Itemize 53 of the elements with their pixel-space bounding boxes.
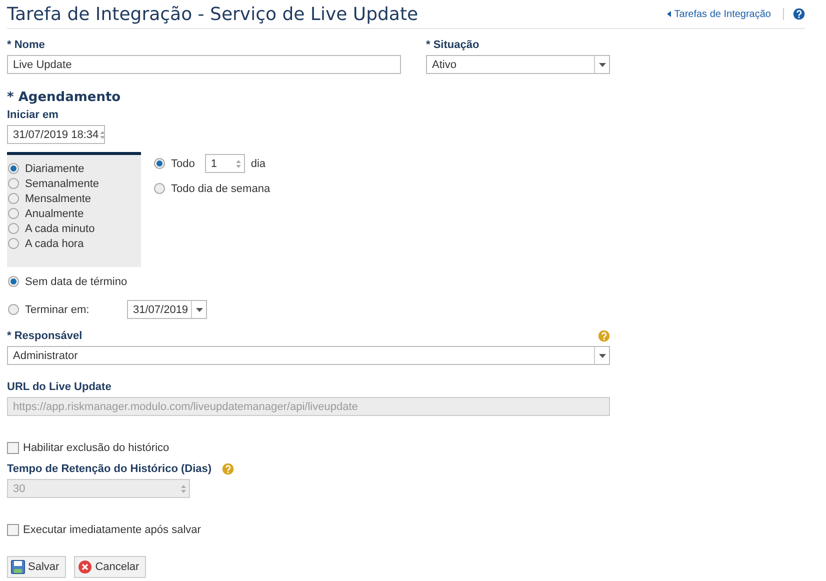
radio-button[interactable] — [8, 223, 19, 234]
unit-label: dia — [250, 158, 266, 170]
field-label: * Situação — [426, 39, 480, 51]
spinner-icon — [98, 130, 106, 140]
checkbox[interactable] — [7, 524, 19, 536]
field-label: Iniciar em — [7, 109, 60, 121]
back-link[interactable]: Tarefas de Integração — [667, 8, 771, 20]
field-label: * Responsável — [7, 330, 82, 342]
radio-button[interactable] — [8, 276, 19, 287]
help-icon[interactable] — [793, 8, 805, 20]
radio-button[interactable] — [154, 158, 165, 169]
radio-label: Todo dia de semana — [171, 182, 270, 194]
caret-icon — [196, 308, 202, 312]
caret-icon — [598, 354, 606, 358]
field-label: URL do Live Update — [7, 381, 112, 393]
spinner-icon — [180, 484, 187, 494]
number-field[interactable]: 1 — [204, 154, 245, 173]
page-title: Tarefa de Integração - Serviço de Live Update — [7, 4, 420, 24]
help-icon — [222, 463, 234, 475]
radio-button[interactable] — [8, 163, 19, 174]
text-field[interactable]: Live Update — [7, 55, 401, 74]
radio-label: Mensalmente — [25, 192, 92, 204]
radio-label: A cada hora — [25, 238, 84, 250]
back-arrow-icon — [667, 11, 672, 17]
radio-label: A cada minuto — [25, 222, 95, 234]
help-icon — [598, 330, 610, 342]
radio-button[interactable] — [8, 304, 19, 315]
radio-label: Sem data de término — [25, 276, 128, 288]
checkbox[interactable] — [7, 442, 19, 454]
checkbox-label: Habilitar exclusão do histórico — [23, 442, 170, 454]
section-heading: * Agendamento — [7, 90, 122, 105]
radio-button[interactable] — [154, 183, 165, 194]
radio-button[interactable] — [8, 208, 19, 219]
spinner-icon — [234, 158, 242, 168]
radio-label: Todo — [171, 158, 195, 170]
status-dropdown[interactable]: Ativo — [426, 55, 610, 74]
radio-label: Diariamente — [25, 162, 84, 174]
caret-icon — [598, 62, 606, 66]
cancel-button[interactable]: Cancelar — [74, 556, 146, 578]
cancel-icon — [78, 560, 92, 574]
owner-dropdown[interactable]: Administrator — [7, 346, 610, 365]
radio-button[interactable] — [8, 238, 19, 249]
field-label: Tempo de Retenção do Histórico (Dias) — [7, 463, 212, 475]
field-label: * Nome — [7, 39, 46, 51]
radio-button[interactable] — [8, 178, 19, 189]
checkbox-label: Executar imediatamente após salvar — [23, 524, 201, 536]
radio-label: Terminar em: — [25, 304, 90, 316]
datetime-field[interactable]: 31/07/2019 18:34 — [7, 125, 105, 144]
radio-label: Semanalmente — [25, 178, 99, 190]
save-button[interactable]: Salvar — [7, 556, 66, 578]
date-dropdown[interactable]: 31/07/2019 — [127, 300, 207, 319]
radio-button[interactable] — [8, 193, 19, 204]
radio-label: Anualmente — [25, 208, 84, 220]
